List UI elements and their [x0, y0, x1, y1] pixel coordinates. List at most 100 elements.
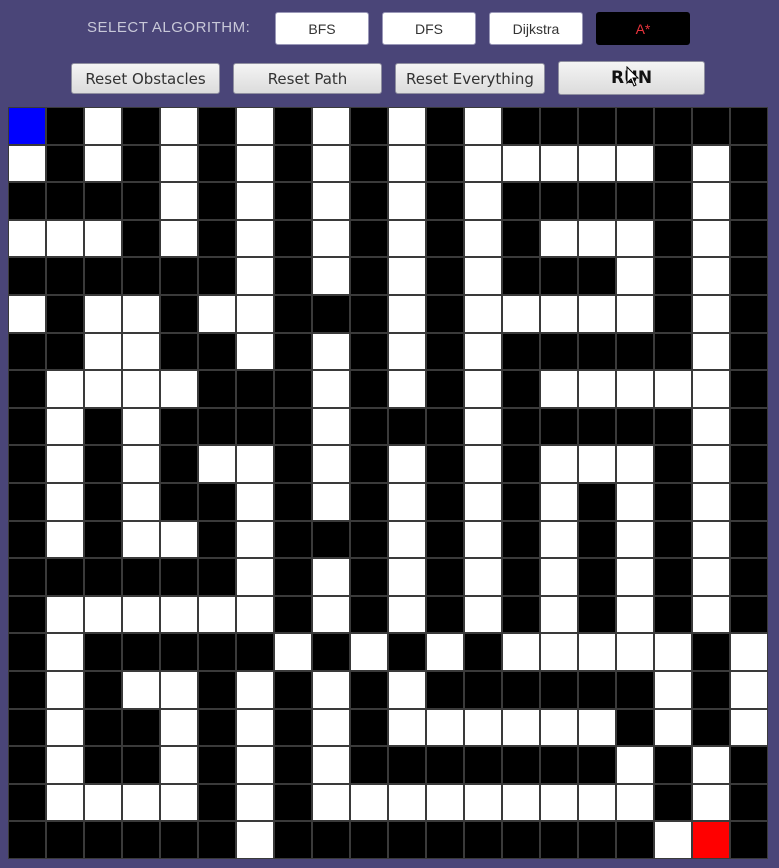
grid-cell-wall[interactable]: [8, 670, 46, 709]
grid-cell-open[interactable]: [46, 482, 84, 521]
grid-cell-wall[interactable]: [616, 670, 654, 709]
grid-cell-wall[interactable]: [426, 257, 464, 295]
grid-cell-wall[interactable]: [464, 746, 502, 784]
grid-cell-wall[interactable]: [274, 332, 312, 371]
grid-cell-wall[interactable]: [616, 182, 654, 220]
grid-cell-wall[interactable]: [198, 783, 236, 822]
grid-cell-wall[interactable]: [8, 407, 46, 446]
grid-cell-wall[interactable]: [84, 257, 122, 295]
grid-cell-open[interactable]: [464, 520, 502, 559]
grid-cell-open[interactable]: [84, 219, 122, 258]
grid-cell-open[interactable]: [464, 558, 502, 596]
grid-cell-open[interactable]: [578, 708, 616, 747]
grid-cell-wall[interactable]: [426, 407, 464, 446]
grid-cell-open[interactable]: [578, 783, 616, 822]
grid-cell-wall[interactable]: [84, 708, 122, 747]
grid-cell-open[interactable]: [122, 595, 160, 634]
grid-cell-open[interactable]: [236, 821, 274, 859]
grid-cell-wall[interactable]: [502, 558, 540, 596]
grid-cell-open[interactable]: [312, 746, 350, 784]
grid-cell-open[interactable]: [502, 708, 540, 747]
grid-cell-wall[interactable]: [8, 746, 46, 784]
grid-cell-wall[interactable]: [122, 144, 160, 183]
grid-cell-wall[interactable]: [122, 107, 160, 145]
grid-cell-open[interactable]: [46, 520, 84, 559]
grid-cell-wall[interactable]: [274, 144, 312, 183]
grid-cell-open[interactable]: [236, 445, 274, 483]
grid-cell-wall[interactable]: [426, 670, 464, 709]
grid-cell-wall[interactable]: [312, 294, 350, 333]
grid-cell-wall[interactable]: [692, 633, 730, 671]
grid-cell-wall[interactable]: [426, 520, 464, 559]
grid-cell-wall[interactable]: [8, 482, 46, 521]
grid-cell-wall[interactable]: [84, 182, 122, 220]
grid-cell-wall[interactable]: [198, 633, 236, 671]
grid-cell-open[interactable]: [464, 370, 502, 408]
grid-cell-wall[interactable]: [84, 633, 122, 671]
grid-cell-open[interactable]: [388, 182, 426, 220]
grid-cell-wall[interactable]: [578, 482, 616, 521]
grid-cell-wall[interactable]: [692, 670, 730, 709]
grid-cell-open[interactable]: [692, 370, 730, 408]
grid-cell-open[interactable]: [578, 144, 616, 183]
grid-cell-wall[interactable]: [350, 182, 388, 220]
grid-cell-open[interactable]: [46, 370, 84, 408]
grid-cell-wall[interactable]: [198, 407, 236, 446]
grid-cell-wall[interactable]: [46, 257, 84, 295]
grid-cell-wall[interactable]: [8, 370, 46, 408]
grid-cell-wall[interactable]: [426, 332, 464, 371]
grid-cell-wall[interactable]: [274, 445, 312, 483]
grid-cell-wall[interactable]: [350, 294, 388, 333]
grid-cell-wall[interactable]: [730, 219, 768, 258]
grid-cell-wall[interactable]: [8, 558, 46, 596]
grid-cell-wall[interactable]: [122, 257, 160, 295]
grid-cell-open[interactable]: [464, 407, 502, 446]
grid-cell-wall[interactable]: [426, 482, 464, 521]
grid-cell-wall[interactable]: [8, 520, 46, 559]
grid-cell-wall[interactable]: [502, 182, 540, 220]
grid-cell-wall[interactable]: [350, 708, 388, 747]
grid-cell-open[interactable]: [160, 783, 198, 822]
grid-cell-wall[interactable]: [274, 783, 312, 822]
grid-cell-open[interactable]: [122, 332, 160, 371]
grid-cell-open[interactable]: [236, 482, 274, 521]
grid-cell-wall[interactable]: [426, 746, 464, 784]
grid-cell-wall[interactable]: [578, 107, 616, 145]
grid-cell-wall[interactable]: [464, 633, 502, 671]
grid-cell-wall[interactable]: [8, 332, 46, 371]
grid-cell-wall[interactable]: [160, 558, 198, 596]
grid-cell-wall[interactable]: [616, 332, 654, 371]
grid-cell-open[interactable]: [122, 482, 160, 521]
grid-cell-wall[interactable]: [540, 332, 578, 371]
grid-cell-wall[interactable]: [654, 482, 692, 521]
grid-cell-wall[interactable]: [350, 257, 388, 295]
grid-cell-open[interactable]: [540, 595, 578, 634]
grid-cell-open[interactable]: [616, 294, 654, 333]
grid-cell-wall[interactable]: [540, 670, 578, 709]
grid-cell-open[interactable]: [236, 595, 274, 634]
grid-cell-open[interactable]: [46, 595, 84, 634]
grid-cell-wall[interactable]: [730, 332, 768, 371]
grid-cell-open[interactable]: [692, 144, 730, 183]
grid-cell-open[interactable]: [388, 144, 426, 183]
grid-cell-wall[interactable]: [502, 595, 540, 634]
grid-cell-open[interactable]: [692, 294, 730, 333]
grid-cell-open[interactable]: [502, 633, 540, 671]
grid-cell-wall[interactable]: [198, 144, 236, 183]
grid-cell-wall[interactable]: [122, 821, 160, 859]
grid-cell-wall[interactable]: [730, 482, 768, 521]
grid-cell-open[interactable]: [616, 783, 654, 822]
grid-cell-wall[interactable]: [198, 746, 236, 784]
grid-cell-open[interactable]: [198, 595, 236, 634]
grid-cell-open[interactable]: [46, 670, 84, 709]
grid-cell-open[interactable]: [312, 783, 350, 822]
grid-cell-open[interactable]: [312, 708, 350, 747]
grid-cell-wall[interactable]: [274, 821, 312, 859]
grid-cell-open[interactable]: [46, 783, 84, 822]
grid-cell-open[interactable]: [654, 370, 692, 408]
grid-cell-wall[interactable]: [730, 746, 768, 784]
grid-cell-wall[interactable]: [8, 445, 46, 483]
grid-cell-wall[interactable]: [578, 407, 616, 446]
grid-cell-wall[interactable]: [46, 821, 84, 859]
grid-cell-open[interactable]: [312, 558, 350, 596]
